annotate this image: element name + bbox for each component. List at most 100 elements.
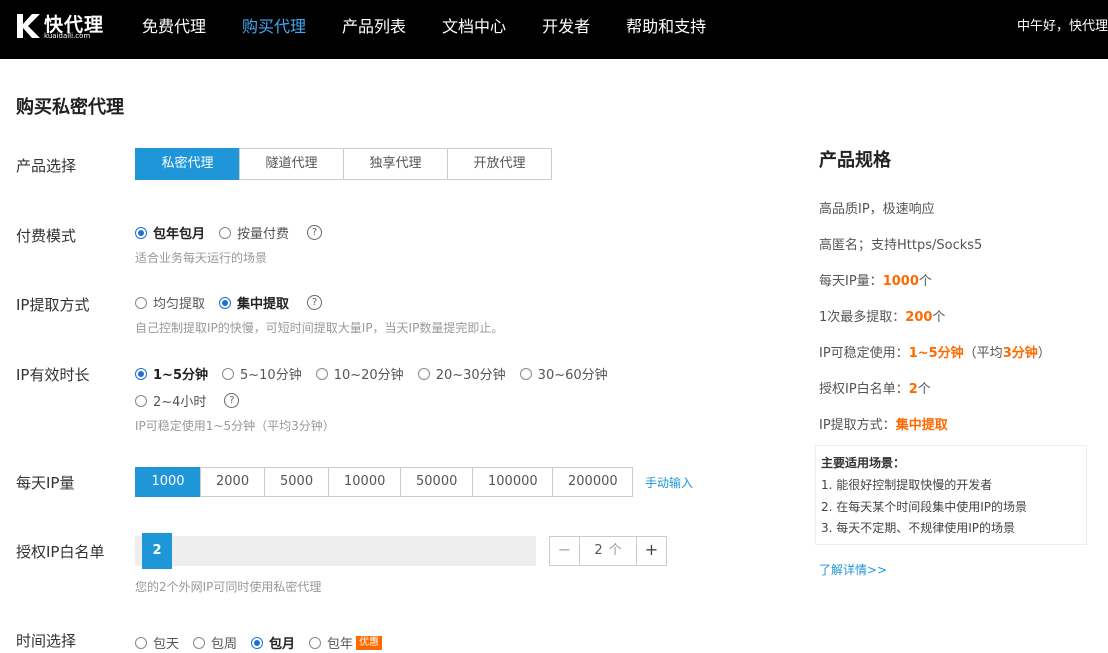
radio-30-60min[interactable]: 30~60分钟: [519, 364, 608, 383]
radio-label: 包年: [327, 637, 354, 652]
spec-whitelist: 授权IP白名单：2个: [819, 378, 931, 397]
radio-dot: [135, 226, 147, 239]
amount-50000[interactable]: 50000: [400, 467, 473, 497]
nav-docs[interactable]: 文档中心: [442, 0, 506, 59]
promo-badge: 优惠: [356, 635, 383, 650]
manual-input-link[interactable]: 手动输入: [645, 474, 693, 491]
nav-help[interactable]: 帮助和支持: [626, 0, 706, 59]
nav-buy-proxy[interactable]: 购买代理: [242, 0, 306, 59]
tab-private-proxy[interactable]: 私密代理: [135, 148, 240, 180]
scenario-box: 主要适用场景： 1. 能很好控制提取快慢的开发者 2. 在每天某个时间段集中使用…: [815, 445, 1087, 545]
main-nav: 免费代理 购买代理 产品列表 文档中心 开发者 帮助和支持: [142, 0, 742, 59]
radio-even-extract[interactable]: 均匀提取: [135, 293, 205, 312]
spec-stable: IP可稳定使用：1~5分钟（平均3分钟）: [819, 342, 1051, 361]
radio-dot: [315, 367, 328, 380]
spec-wl-label: 授权IP白名单：: [819, 382, 909, 397]
whitelist-slider-handle[interactable]: 2: [142, 533, 172, 569]
daily-ip-label: 每天IP量: [16, 474, 75, 492]
radio-10-20min[interactable]: 10~20分钟: [315, 364, 404, 383]
amount-10000[interactable]: 10000: [328, 467, 401, 497]
radio-20-30min[interactable]: 20~30分钟: [417, 364, 506, 383]
help-icon[interactable]: ?: [307, 225, 323, 240]
minus-button[interactable]: −: [550, 537, 580, 565]
amount-1000[interactable]: 1000: [135, 467, 201, 497]
radio-dot: [135, 394, 147, 407]
spec-daily-unit: 个: [918, 274, 932, 289]
radio-dot: [417, 367, 430, 380]
radio-dot: [135, 636, 147, 649]
scenario-item: 2. 在每天某个时间段集中使用IP的场景: [821, 499, 1028, 514]
amount-100000[interactable]: 100000: [472, 467, 553, 497]
spec-stable-end: ）: [1037, 346, 1051, 361]
radio-monthly-period[interactable]: 包月: [251, 633, 295, 652]
radio-dot: [135, 367, 147, 380]
extraction-hint: 自己控制提取IP的快慢，可短时间提取大量IP，当天IP数量提完即止。: [135, 321, 504, 335]
extraction-options: 均匀提取 集中提取 ?: [135, 293, 323, 312]
radio-5-10min[interactable]: 5~10分钟: [221, 364, 302, 383]
stepper-value-wrap[interactable]: 2个: [580, 537, 636, 565]
radio-dot: [221, 367, 234, 380]
radio-label: 集中提取: [237, 297, 290, 312]
stepper-unit: 个: [608, 543, 622, 558]
learn-more-link[interactable]: 了解详情>>: [819, 561, 887, 578]
spec-max-label: 1次最多提取：: [819, 310, 906, 325]
plus-button[interactable]: +: [636, 537, 666, 565]
top-navbar: 快代理 kuaidaili.com 免费代理 购买代理 产品列表 文档中心 开发…: [0, 0, 1108, 59]
whitelist-slider-track[interactable]: [135, 536, 536, 566]
radio-daily[interactable]: 包天: [135, 633, 179, 652]
help-icon[interactable]: ?: [307, 295, 323, 310]
radio-monthly[interactable]: 包年包月: [135, 223, 205, 242]
radio-yearly[interactable]: 包年 优惠: [309, 633, 383, 652]
whitelist-label: 授权IP白名单: [16, 543, 105, 561]
spec-max-unit: 个: [932, 310, 946, 325]
period-label: 时间选择: [16, 632, 77, 650]
spec-stable-mid: （平均: [963, 346, 1003, 361]
nav-product-list[interactable]: 产品列表: [342, 0, 406, 59]
payment-hint: 适合业务每天运行的场景: [135, 251, 268, 265]
period-options: 包天 包周 包月 包年 优惠: [135, 633, 396, 652]
radio-label: 按量付费: [237, 227, 290, 242]
radio-dot: [309, 636, 322, 649]
spec-daily-value: 1000: [882, 274, 919, 289]
radio-2-4h[interactable]: 2~4小时: [135, 391, 206, 410]
product-label: 产品选择: [16, 157, 77, 175]
daily-ip-options: 1000 2000 5000 10000 50000 100000 200000…: [135, 467, 693, 497]
amount-5000[interactable]: 5000: [264, 467, 329, 497]
spec-anonymity: 高匿名；支持Https/Socks5: [819, 238, 983, 253]
user-greeting[interactable]: 中午好，快代理: [1017, 0, 1108, 54]
spec-mode-label: IP提取方式：: [819, 418, 896, 433]
payment-options: 包年包月 按量付费 ?: [135, 223, 323, 242]
tab-open-proxy[interactable]: 开放代理: [447, 148, 552, 180]
spec-stable-label: IP可稳定使用：: [819, 346, 909, 361]
radio-label: 包天: [153, 637, 180, 652]
radio-label: 30~60分钟: [537, 368, 608, 383]
radio-label: 10~20分钟: [333, 368, 404, 383]
nav-developer[interactable]: 开发者: [542, 0, 590, 59]
product-tabs: 私密代理 隧道代理 独享代理 开放代理: [135, 148, 552, 180]
radio-weekly[interactable]: 包周: [193, 633, 237, 652]
logo-domain: kuaidaili.com: [44, 32, 91, 40]
spec-daily-ip: 每天IP量：1000个: [819, 270, 932, 289]
radio-label: 5~10分钟: [239, 368, 302, 383]
radio-1-5min[interactable]: 1~5分钟: [135, 364, 208, 383]
logo[interactable]: 快代理 kuaidaili.com: [14, 10, 114, 44]
radio-dot: [519, 367, 532, 380]
radio-label: 20~30分钟: [435, 368, 506, 383]
page-title: 购买私密代理: [16, 97, 124, 118]
radio-pay-per-use[interactable]: 按量付费: [219, 223, 289, 242]
nav-free-proxy[interactable]: 免费代理: [142, 0, 206, 59]
spec-max-value: 200: [905, 310, 933, 325]
spec-quality: 高品质IP，极速响应: [819, 202, 935, 217]
tab-tunnel-proxy[interactable]: 隧道代理: [239, 148, 344, 180]
spec-title: 产品规格: [819, 150, 891, 171]
stepper-value: 2: [594, 543, 603, 558]
tab-dedicated-proxy[interactable]: 独享代理: [343, 148, 448, 180]
radio-label: 包周: [211, 637, 238, 652]
help-icon[interactable]: ?: [224, 393, 240, 408]
amount-200000[interactable]: 200000: [552, 467, 633, 497]
radio-dot: [219, 226, 232, 239]
scenario-title: 主要适用场景：: [821, 456, 906, 470]
extraction-label: IP提取方式: [16, 296, 90, 314]
radio-burst-extract[interactable]: 集中提取: [219, 293, 289, 312]
amount-2000[interactable]: 2000: [200, 467, 265, 497]
